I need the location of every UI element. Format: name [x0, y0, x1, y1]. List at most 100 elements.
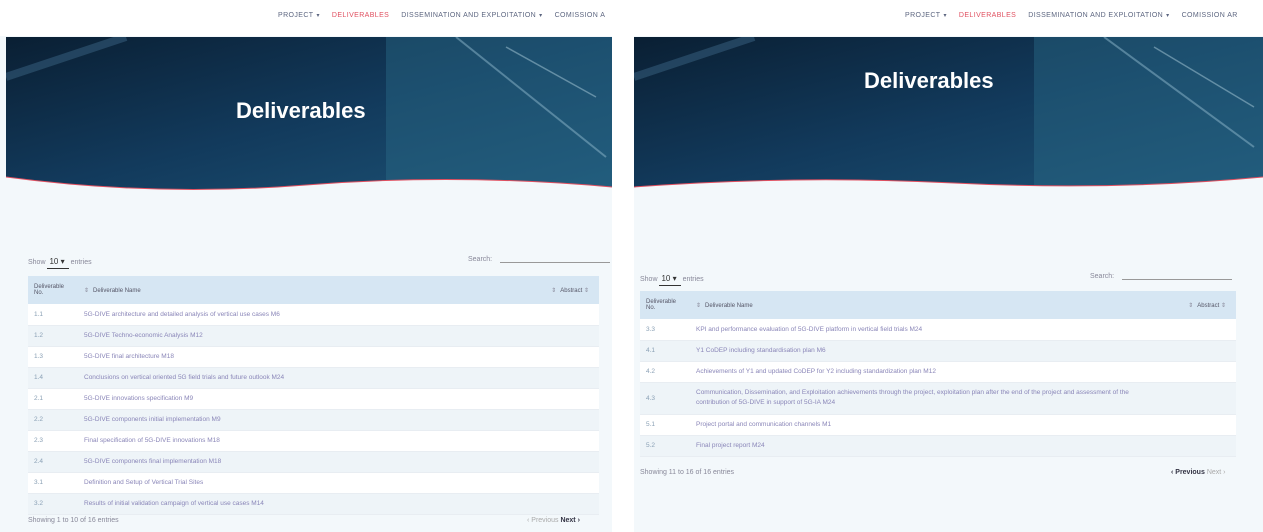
nav-project[interactable]: PROJECT ▾	[905, 12, 947, 19]
nav-dissemination[interactable]: DISSEMINATION AND EXPLOITATION ▾	[1028, 12, 1169, 19]
column-header-abstract[interactable]: ⇕ Abstract ⇕	[529, 276, 599, 304]
column-header-no[interactable]: Deliverable No.	[28, 276, 78, 304]
sort-icon: ⇕	[583, 287, 589, 294]
chevron-down-icon: ▾	[943, 13, 947, 19]
page-size-select[interactable]: 10 ▾	[47, 257, 69, 269]
deliverable-abstract	[529, 409, 599, 431]
table-row: 3.2 Results of initial validation campaig…	[28, 493, 599, 515]
column-header-name[interactable]: ⇕ Deliverable Name	[78, 276, 529, 304]
deliverable-number: 3.3	[640, 319, 690, 341]
sort-icon: ⇕	[1220, 302, 1226, 309]
deliverable-name-link[interactable]: 5G-DIVE innovations specification M9	[78, 388, 529, 410]
column-header-name[interactable]: ⇕ Deliverable Name	[690, 291, 1166, 319]
top-navigation: PROJECT ▾ DELIVERABLES DISSEMINATION AND …	[0, 0, 612, 36]
previous-button[interactable]: ‹ Previous	[527, 517, 559, 524]
deliverable-abstract	[529, 304, 599, 326]
nav-deliverables[interactable]: DELIVERABLES	[959, 12, 1016, 19]
table-row: 3.1 Definition and Setup of Vertical Tria…	[28, 472, 599, 494]
deliverable-number: 5.2	[640, 435, 690, 457]
deliverable-name-link[interactable]: Final project report M24	[690, 435, 1166, 457]
deliverable-name-link[interactable]: Communication, Dissemination, and Exploi…	[690, 382, 1166, 415]
deliverable-name-link[interactable]: 5G-DIVE architecture and detailed analys…	[78, 304, 529, 326]
next-button[interactable]: Next ›	[560, 517, 579, 524]
table-row: 2.1 5G-DIVE innovations specification M9	[28, 388, 599, 410]
table-row: 3.3 KPI and performance evaluation of 5G-…	[640, 319, 1236, 341]
deliverable-name-link[interactable]: 5G-DIVE components final implementation …	[78, 451, 529, 473]
table-row: 1.3 5G-DIVE final architecture M18	[28, 346, 599, 368]
deliverable-number: 1.4	[28, 367, 78, 389]
chevron-down-icon: ▾	[60, 257, 65, 266]
deliverable-number: 4.1	[640, 340, 690, 362]
table-row: 2.2 5G-DIVE components initial implementa…	[28, 409, 599, 431]
page-size-select[interactable]: 10 ▾	[659, 274, 681, 286]
hero-banner: Deliverables	[634, 37, 1263, 197]
chevron-down-icon: ▾	[539, 13, 543, 19]
deliverable-abstract	[529, 472, 599, 494]
column-header-abstract[interactable]: ⇕ Abstract ⇕	[1166, 291, 1236, 319]
page-title: Deliverables	[236, 98, 366, 123]
deliverable-name-link[interactable]: Conclusions on vertical oriented 5G fiel…	[78, 367, 529, 389]
page-size-control: Show 10 ▾ entries	[640, 274, 704, 286]
hero-background-image	[634, 37, 1263, 197]
deliverable-abstract	[529, 388, 599, 410]
table-row: 1.4 Conclusions on vertical oriented 5G f…	[28, 367, 599, 389]
previous-button[interactable]: ‹ Previous	[1171, 469, 1205, 476]
top-navigation: PROJECT ▾ DELIVERABLES DISSEMINATION AND …	[634, 0, 1263, 36]
sort-icon: ⇕	[551, 287, 557, 294]
chevron-down-icon: ▾	[672, 274, 677, 283]
deliverable-abstract	[529, 430, 599, 452]
deliverable-name-link[interactable]: Definition and Setup of Vertical Trial S…	[78, 472, 529, 494]
deliverable-name-link[interactable]: 5G-DIVE components initial implementatio…	[78, 409, 529, 431]
deliverable-number: 4.3	[640, 382, 690, 415]
sort-icon: ⇕	[696, 302, 702, 309]
search-control: Search:	[1090, 268, 1233, 280]
deliverable-name-link[interactable]: KPI and performance evaluation of 5G-DIV…	[690, 319, 1166, 341]
table-row: 4.1 Y1 CoDEP including standardisation pl…	[640, 340, 1236, 362]
deliverable-name-link[interactable]: Achievements of Y1 and updated CoDEP for…	[690, 361, 1166, 383]
pagination: ‹ Previous Next ›	[1171, 469, 1225, 476]
deliverable-abstract	[1166, 340, 1236, 362]
next-button[interactable]: Next ›	[1207, 469, 1226, 476]
deliverable-name-link[interactable]: Final specification of 5G-DIVE innovatio…	[78, 430, 529, 452]
table-row: 4.3 Communication, Dissemination, and Exp…	[640, 382, 1236, 415]
deliverable-abstract	[529, 325, 599, 347]
deliverables-table: Deliverable No. ⇕ Deliverable Name ⇕ Abstr…	[28, 276, 599, 515]
hero-banner: Deliverables	[6, 37, 612, 197]
deliverable-number: 3.2	[28, 493, 78, 515]
deliverable-abstract	[1166, 382, 1236, 415]
deliverable-number: 2.4	[28, 451, 78, 473]
nav-project[interactable]: PROJECT ▾	[278, 12, 320, 19]
left-page-view: PROJECT ▾ DELIVERABLES DISSEMINATION AND …	[0, 0, 612, 532]
nav-menu: PROJECT ▾ DELIVERABLES DISSEMINATION AND …	[278, 12, 605, 19]
deliverable-abstract	[529, 346, 599, 368]
nav-deliverables[interactable]: DELIVERABLES	[332, 12, 389, 19]
page-size-control: Show 10 ▾ entries	[28, 257, 92, 269]
table-row: 5.2 Final project report M24	[640, 435, 1236, 457]
search-input[interactable]	[500, 251, 611, 263]
table-row: 1.1 5G-DIVE architecture and detailed ana…	[28, 304, 599, 326]
search-control: Search:	[468, 251, 611, 263]
deliverable-name-link[interactable]: 5G-DIVE Techno-economic Analysis M12	[78, 325, 529, 347]
nav-comission[interactable]: COMISSION AR	[1182, 12, 1238, 19]
deliverable-number: 5.1	[640, 414, 690, 436]
table-info: Showing 11 to 16 of 16 entries	[640, 469, 735, 476]
deliverable-number: 4.2	[640, 361, 690, 383]
sort-icon: ⇕	[1188, 302, 1194, 309]
nav-comission[interactable]: COMISSION A	[555, 12, 606, 19]
page-title: Deliverables	[864, 68, 994, 93]
deliverable-name-link[interactable]: Results of initial validation campaign o…	[78, 493, 529, 515]
deliverable-number: 1.1	[28, 304, 78, 326]
table-row: 1.2 5G-DIVE Techno-economic Analysis M12	[28, 325, 599, 347]
search-input[interactable]	[1122, 268, 1233, 280]
deliverable-number: 3.1	[28, 472, 78, 494]
nav-dissemination[interactable]: DISSEMINATION AND EXPLOITATION ▾	[401, 12, 542, 19]
column-header-no[interactable]: Deliverable No.	[640, 291, 690, 319]
deliverable-name-link[interactable]: Y1 CoDEP including standardisation plan …	[690, 340, 1166, 362]
deliverable-name-link[interactable]: Project portal and communication channel…	[690, 414, 1166, 436]
deliverable-name-link[interactable]: 5G-DIVE final architecture M18	[78, 346, 529, 368]
nav-menu: PROJECT ▾ DELIVERABLES DISSEMINATION AND …	[905, 12, 1238, 19]
deliverable-abstract	[529, 451, 599, 473]
sort-icon: ⇕	[84, 287, 90, 294]
chevron-down-icon: ▾	[1166, 13, 1170, 19]
deliverable-abstract	[529, 367, 599, 389]
